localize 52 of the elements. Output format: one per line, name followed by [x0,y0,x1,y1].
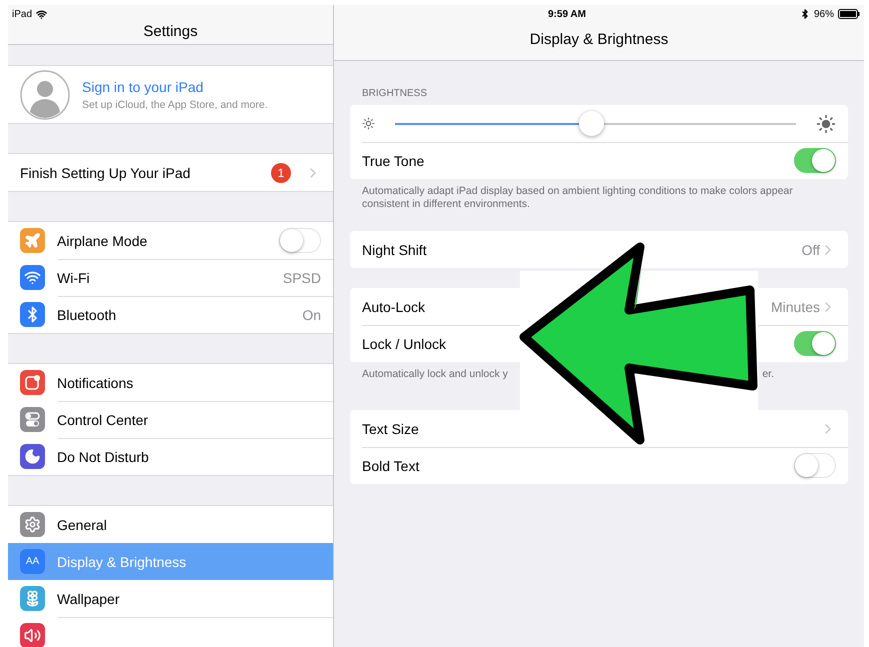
avatar-icon [20,70,70,120]
switches-icon [24,411,41,428]
row-value: Off [802,242,820,258]
icon-letters: AA [26,556,40,567]
notification-badge: 1 [271,162,291,182]
flower-icon [24,590,41,607]
battery-percent: 96% [814,8,834,20]
item-label: Display & Brightness [57,554,188,570]
moon-icon [24,448,41,465]
speaker-icon [24,627,41,644]
item-label: Control Center [57,412,150,428]
device-name: iPad [12,8,32,20]
row-label: Auto-Lock [362,298,426,314]
item-label: Notifications [57,374,134,390]
slider-thumb[interactable] [579,111,604,136]
item-label: Bluetooth [57,306,118,322]
section-footer: Automatically adapt iPad display based on ambient lighting conditions to make colors appear consistent in different environments. [362,185,836,211]
battery-icon [838,9,860,19]
toggle-switch[interactable] [794,331,836,356]
status-time: 9:59 AM [548,8,586,20]
row-label: True Tone [362,152,426,168]
section-footer: Automatically lock and unlock y [362,368,508,390]
item-label: Wallpaper [57,590,121,606]
item-value: On [302,306,321,322]
item-label: Airplane Mode [57,232,148,248]
item-label: General [57,516,108,532]
dim-sun-icon [362,117,375,130]
toggle-switch[interactable] [794,148,836,173]
settings-icon [24,516,41,533]
row-label: Text Size [362,420,420,436]
wifi-icon [36,8,48,20]
item-label: Wi-Fi [57,270,91,286]
section-header: BRIGHTNESS [361,87,428,101]
item-value: SPSD [282,270,321,286]
item-label: Finish Setting Up Your iPad [20,164,192,180]
notification-icon [24,374,41,391]
footer-fragment: er. [762,368,774,382]
row-label: Night Shift [362,242,428,258]
wifi-icon [24,269,41,286]
settings-item[interactable]: AA Display & Brightness [8,543,333,580]
sidebar-title: Settings [142,23,199,42]
page-title: Display & Brightness [528,30,670,50]
bluetooth-icon [800,9,810,19]
row-label: Lock / Unlock [362,336,448,352]
sign-in-link[interactable]: Sign in to your iPad [82,78,268,94]
item-label: Do Not Disturb [57,448,150,464]
row-value: Minutes [770,298,820,314]
sign-in-subtitle: Set up iCloud, the App Store, and more. [82,98,268,110]
profile-card[interactable]: Sign in to your iPad Set up iCloud, the App Store, and more. [8,65,333,124]
airplane-icon [24,232,41,249]
bright-sun-icon [816,114,836,134]
row-label: Bold Text [362,458,420,474]
